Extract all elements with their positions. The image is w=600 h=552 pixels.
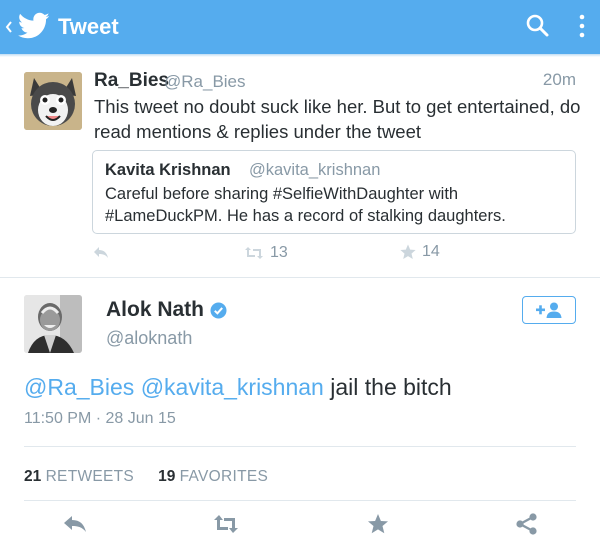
mention-link[interactable]: @kavita_krishnan (141, 374, 324, 400)
quoted-tweet-card[interactable]: Kavita Krishnan @kavita_krishnan Careful… (92, 150, 576, 234)
tweet-text-body: jail the bitch (323, 374, 452, 400)
favorites-label: FAVORITES (179, 468, 269, 485)
favorites-stat[interactable]: 19 FAVORITES (158, 468, 268, 486)
divider (24, 500, 576, 501)
add-user-icon (536, 302, 562, 318)
back-button[interactable] (4, 14, 18, 40)
divider (0, 277, 600, 278)
follow-button[interactable] (522, 296, 576, 324)
retweets-label: RETWEETS (45, 468, 135, 485)
app-bar: Tweet (0, 0, 600, 54)
verified-badge-icon (210, 302, 227, 318)
divider (24, 446, 576, 447)
author-name-row[interactable]: Alok Nath (106, 298, 227, 322)
profile-photo (24, 295, 82, 353)
retweets-count: 21 (24, 468, 42, 485)
tweet-time: 20m (542, 70, 576, 89)
favorite-count: 14 (422, 243, 440, 260)
retweet-button[interactable]: 13 (244, 244, 288, 262)
chevron-left-icon (5, 21, 12, 33)
tweet-stats: 21 RETWEETS 19 FAVORITES (24, 468, 268, 486)
retweet-icon[interactable] (213, 512, 239, 536)
retweet-count: 13 (270, 244, 288, 261)
tweet-timestamp: 11:50 PM · 28 Jun 15 (24, 410, 176, 427)
twitter-bird-icon (18, 12, 50, 39)
author-name[interactable]: Ra_Bies (94, 70, 169, 92)
avatar[interactable] (24, 295, 82, 353)
reply-icon[interactable] (62, 512, 88, 536)
avatar[interactable] (24, 72, 82, 130)
favorite-button[interactable]: 14 (400, 243, 440, 261)
quoted-author-handle: @kavita_krishnan (249, 161, 381, 179)
reply-icon[interactable] (92, 244, 110, 260)
search-icon[interactable] (524, 12, 552, 40)
quoted-tweet-text: Careful before sharing #SelfieWithDaught… (105, 185, 506, 225)
quoted-author-name: Kavita Krishnan (105, 161, 231, 179)
page-title: Tweet (58, 14, 119, 39)
tweet-text: @Ra_Bies @kavita_krishnan jail the bitch (24, 372, 584, 402)
tweet-text: This tweet no doubt suck like her. But t… (94, 96, 581, 142)
more-vertical-icon[interactable] (572, 12, 592, 40)
star-icon (400, 244, 416, 259)
author-handle[interactable]: @aloknath (106, 328, 192, 349)
retweets-stat[interactable]: 21 RETWEETS (24, 468, 134, 486)
husky-avatar (24, 72, 82, 130)
author-handle[interactable]: @Ra_Bies (164, 72, 246, 92)
mention-link[interactable]: @Ra_Bies (24, 374, 134, 400)
favorites-count: 19 (158, 468, 176, 485)
app-bar-shadow (0, 54, 600, 57)
retweet-icon (245, 247, 263, 259)
star-icon[interactable] (365, 512, 391, 536)
author-name: Alok Nath (106, 298, 205, 321)
share-icon[interactable] (514, 512, 540, 536)
